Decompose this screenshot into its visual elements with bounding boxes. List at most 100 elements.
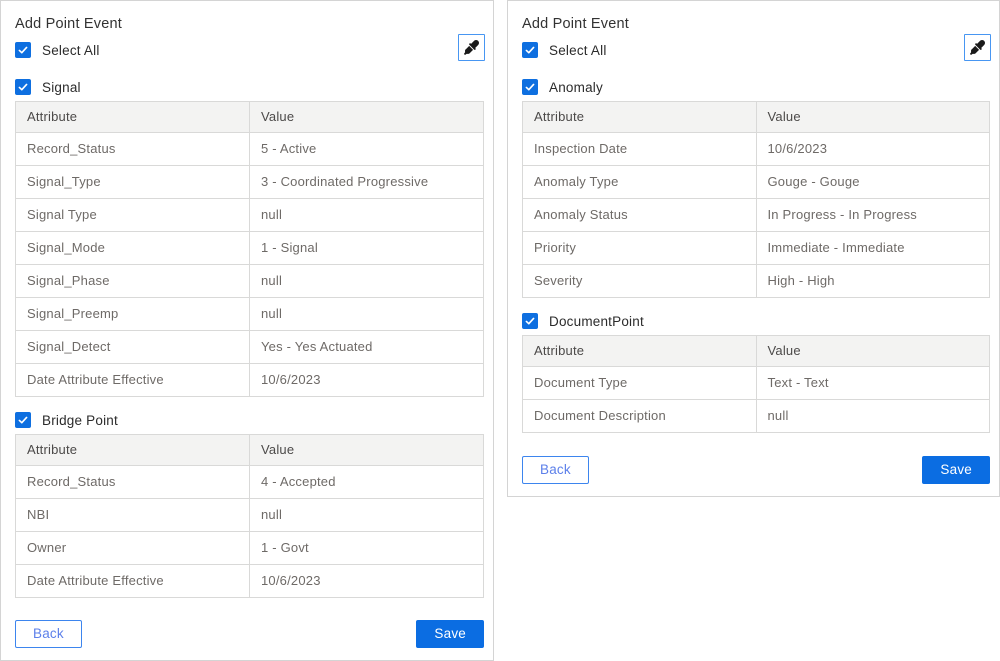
- table-row: Signal_Mode1 - Signal: [16, 232, 484, 265]
- checkmark-icon: [17, 414, 29, 426]
- add-point-event-panel-right: Add Point Event Select All Anomaly Attri…: [507, 0, 1000, 497]
- attribute-cell: Signal_Detect: [16, 331, 250, 364]
- column-header-attribute: Attribute: [16, 102, 250, 133]
- checkmark-icon: [17, 44, 29, 56]
- back-button[interactable]: Back: [15, 620, 82, 648]
- table-row: Document TypeText - Text: [523, 367, 990, 400]
- table-row: Signal_Type3 - Coordinated Progressive: [16, 166, 484, 199]
- attribute-cell: Owner: [16, 532, 250, 565]
- section-signal: Signal Attribute Value Record_Status5 - …: [15, 79, 484, 397]
- eyedropper-button[interactable]: [964, 34, 991, 61]
- table-row: SeverityHigh - High: [523, 265, 990, 298]
- select-all-row: Select All: [15, 42, 484, 58]
- column-header-attribute: Attribute: [523, 102, 757, 133]
- checkmark-icon: [524, 44, 536, 56]
- section-anomaly: Anomaly Attribute Value Inspection Date1…: [522, 79, 990, 298]
- attribute-cell: Record_Status: [16, 466, 250, 499]
- select-all-label: Select All: [42, 43, 100, 58]
- table-row: Anomaly StatusIn Progress - In Progress: [523, 199, 990, 232]
- value-cell: Yes - Yes Actuated: [250, 331, 484, 364]
- attribute-cell: Signal_Phase: [16, 265, 250, 298]
- layer-label: Bridge Point: [42, 413, 118, 428]
- value-cell: Immediate - Immediate: [756, 232, 990, 265]
- attribute-cell: Inspection Date: [523, 133, 757, 166]
- select-all-label: Select All: [549, 43, 607, 58]
- table-row: Record_Status4 - Accepted: [16, 466, 484, 499]
- value-cell: 10/6/2023: [250, 565, 484, 598]
- section-bridge-point: Bridge Point Attribute Value Record_Stat…: [15, 412, 484, 598]
- attribute-table-anomaly: Attribute Value Inspection Date10/6/2023…: [522, 101, 990, 298]
- eyedropper-icon: [464, 40, 479, 55]
- footer-actions: Back Save: [15, 620, 484, 648]
- attribute-cell: Anomaly Status: [523, 199, 757, 232]
- checkmark-icon: [524, 315, 536, 327]
- layer-check-row: DocumentPoint: [522, 313, 990, 329]
- layer-check-row: Anomaly: [522, 79, 990, 95]
- layer-check-row: Signal: [15, 79, 484, 95]
- attribute-table-signal: Attribute Value Record_Status5 - ActiveS…: [15, 101, 484, 397]
- layer-checkbox-signal[interactable]: [15, 79, 31, 95]
- table-row: Document Descriptionnull: [523, 400, 990, 433]
- table-header-row: Attribute Value: [523, 102, 990, 133]
- table-header-row: Attribute Value: [523, 336, 990, 367]
- attribute-table-documentpoint: Attribute Value Document TypeText - Text…: [522, 335, 990, 433]
- table-row: Signal_DetectYes - Yes Actuated: [16, 331, 484, 364]
- layer-checkbox-bridge-point[interactable]: [15, 412, 31, 428]
- select-all-row: Select All: [522, 42, 990, 58]
- attribute-table-bridge-point: Attribute Value Record_Status4 - Accepte…: [15, 434, 484, 598]
- save-button[interactable]: Save: [416, 620, 484, 648]
- column-header-value: Value: [756, 102, 990, 133]
- value-cell: 10/6/2023: [250, 364, 484, 397]
- attribute-cell: Priority: [523, 232, 757, 265]
- table-row: Signal_Preempnull: [16, 298, 484, 331]
- attribute-cell: Date Attribute Effective: [16, 565, 250, 598]
- table-row: Signal Typenull: [16, 199, 484, 232]
- layer-check-row: Bridge Point: [15, 412, 484, 428]
- value-cell: High - High: [756, 265, 990, 298]
- eyedropper-icon: [970, 40, 985, 55]
- column-header-attribute: Attribute: [16, 435, 250, 466]
- layer-label: Anomaly: [549, 80, 603, 95]
- value-cell: null: [250, 199, 484, 232]
- attribute-cell: Signal_Mode: [16, 232, 250, 265]
- table-row: Date Attribute Effective10/6/2023: [16, 364, 484, 397]
- layer-checkbox-anomaly[interactable]: [522, 79, 538, 95]
- value-cell: In Progress - In Progress: [756, 199, 990, 232]
- table-row: PriorityImmediate - Immediate: [523, 232, 990, 265]
- table-row: Date Attribute Effective10/6/2023: [16, 565, 484, 598]
- checkmark-icon: [524, 81, 536, 93]
- attribute-cell: Date Attribute Effective: [16, 364, 250, 397]
- section-documentpoint: DocumentPoint Attribute Value Document T…: [522, 313, 990, 433]
- column-header-value: Value: [250, 102, 484, 133]
- layer-label: Signal: [42, 80, 81, 95]
- table-row: Signal_Phasenull: [16, 265, 484, 298]
- value-cell: Text - Text: [756, 367, 990, 400]
- panel-title: Add Point Event: [522, 15, 990, 33]
- back-button[interactable]: Back: [522, 456, 589, 484]
- save-button[interactable]: Save: [922, 456, 990, 484]
- value-cell: 1 - Govt: [250, 532, 484, 565]
- value-cell: Gouge - Gouge: [756, 166, 990, 199]
- attribute-cell: Severity: [523, 265, 757, 298]
- footer-actions: Back Save: [522, 456, 990, 484]
- layer-label: DocumentPoint: [549, 314, 644, 329]
- layer-checkbox-documentpoint[interactable]: [522, 313, 538, 329]
- value-cell: 1 - Signal: [250, 232, 484, 265]
- checkmark-icon: [17, 81, 29, 93]
- attribute-cell: Signal_Type: [16, 166, 250, 199]
- select-all-checkbox[interactable]: [15, 42, 31, 58]
- table-row: Anomaly TypeGouge - Gouge: [523, 166, 990, 199]
- attribute-cell: Signal Type: [16, 199, 250, 232]
- table-header-row: Attribute Value: [16, 435, 484, 466]
- eyedropper-button[interactable]: [458, 34, 485, 61]
- column-header-value: Value: [250, 435, 484, 466]
- value-cell: null: [250, 499, 484, 532]
- attribute-cell: Anomaly Type: [523, 166, 757, 199]
- value-cell: null: [250, 265, 484, 298]
- select-all-checkbox[interactable]: [522, 42, 538, 58]
- value-cell: 3 - Coordinated Progressive: [250, 166, 484, 199]
- column-header-attribute: Attribute: [523, 336, 757, 367]
- table-row: Owner1 - Govt: [16, 532, 484, 565]
- table-row: Inspection Date10/6/2023: [523, 133, 990, 166]
- column-header-value: Value: [756, 336, 990, 367]
